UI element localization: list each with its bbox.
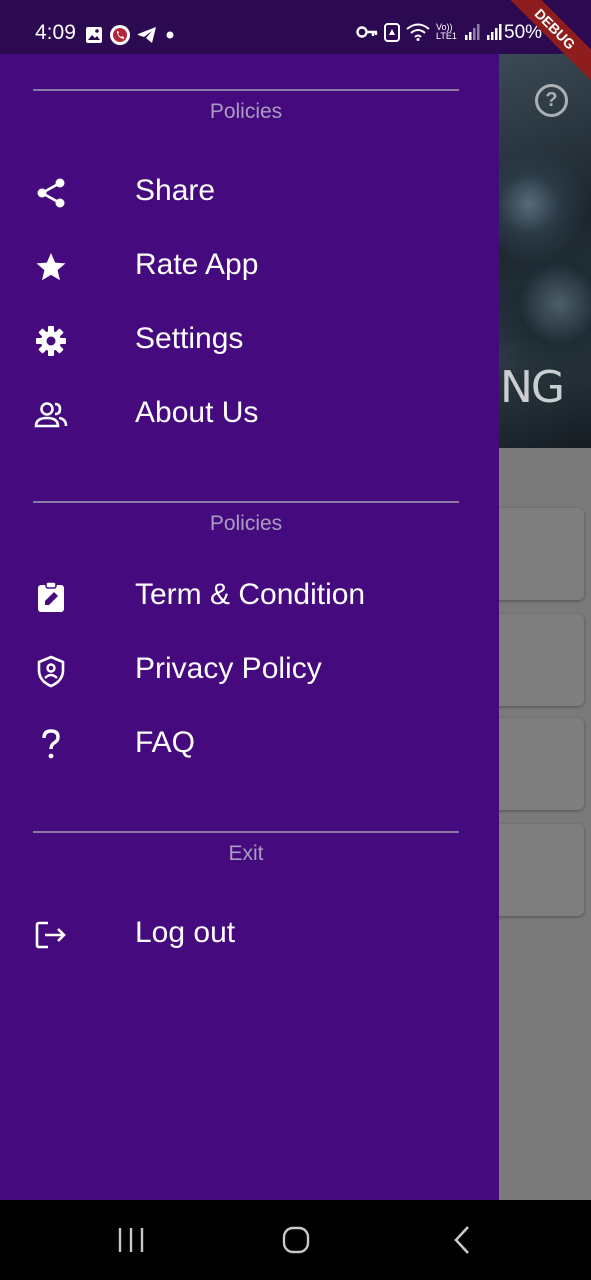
people-icon xyxy=(34,402,68,428)
back-button[interactable] xyxy=(448,1224,476,1256)
menu-item-rate-app[interactable]: Rate App xyxy=(0,236,499,296)
menu-item-label: Rate App xyxy=(135,248,259,281)
menu-item-label: Settings xyxy=(135,322,244,355)
sync-lock-icon xyxy=(384,23,400,42)
status-time: 4:09 xyxy=(35,21,76,44)
network-type-label: Vo)) LTE1 xyxy=(436,22,457,41)
vpn-key-icon xyxy=(356,26,378,38)
system-icons: Vo)) LTE1 xyxy=(356,22,502,42)
menu-item-label: FAQ xyxy=(135,726,196,759)
background-hero-text: NG xyxy=(500,362,565,413)
section-title-policies: Policies xyxy=(209,100,283,123)
menu-item-terms-conditions[interactable]: Term & Condition xyxy=(0,566,499,626)
clipboard-edit-icon xyxy=(38,581,64,612)
help-icon: ? xyxy=(535,84,568,117)
menu-item-share[interactable]: Share xyxy=(0,162,499,222)
gallery-icon xyxy=(86,27,102,43)
status-bar: 4:09 Vo)) LTE1 50% xyxy=(0,0,591,54)
logout-icon xyxy=(35,921,66,949)
menu-item-settings[interactable]: Settings xyxy=(0,310,499,370)
signal-1-icon xyxy=(465,24,480,40)
menu-item-label: Share xyxy=(135,174,216,207)
more-notifications-dot-icon xyxy=(166,31,174,39)
section-divider xyxy=(33,831,459,833)
recent-apps-button[interactable] xyxy=(116,1224,146,1256)
menu-item-logout[interactable]: Log out xyxy=(0,904,499,964)
question-icon xyxy=(42,729,60,759)
menu-item-label: Log out xyxy=(135,916,236,949)
section-title-exit: Exit xyxy=(228,842,264,865)
notification-icons xyxy=(85,24,177,46)
menu-item-label: Term & Condition xyxy=(135,578,366,611)
home-button[interactable] xyxy=(280,1224,312,1256)
call-app-icon xyxy=(110,25,130,45)
menu-item-label: Privacy Policy xyxy=(135,652,322,685)
navigation-drawer: Policies Share Rate App Settings About U… xyxy=(0,54,499,1200)
menu-item-about-us[interactable]: About Us xyxy=(0,384,499,444)
section-divider xyxy=(33,501,459,503)
signal-2-icon xyxy=(487,24,502,40)
system-navigation-bar xyxy=(0,1200,591,1280)
share-icon xyxy=(37,178,65,208)
background-card xyxy=(490,824,584,916)
shield-icon xyxy=(37,655,65,688)
menu-item-privacy-policy[interactable]: Privacy Policy xyxy=(0,640,499,700)
menu-item-label: About Us xyxy=(135,396,259,429)
section-divider xyxy=(33,89,459,91)
section-title-policies: Policies xyxy=(209,512,283,535)
wifi-icon xyxy=(406,23,430,41)
gear-icon xyxy=(36,326,66,356)
background-card xyxy=(490,718,584,810)
star-icon xyxy=(36,253,66,281)
background-card xyxy=(490,508,584,600)
menu-item-faq[interactable]: FAQ xyxy=(0,714,499,774)
telegram-icon xyxy=(138,27,156,43)
screen: NG ? 4:09 Vo)) LTE1 50% DEBUG Policies S… xyxy=(0,0,591,1280)
background-card xyxy=(490,614,584,706)
